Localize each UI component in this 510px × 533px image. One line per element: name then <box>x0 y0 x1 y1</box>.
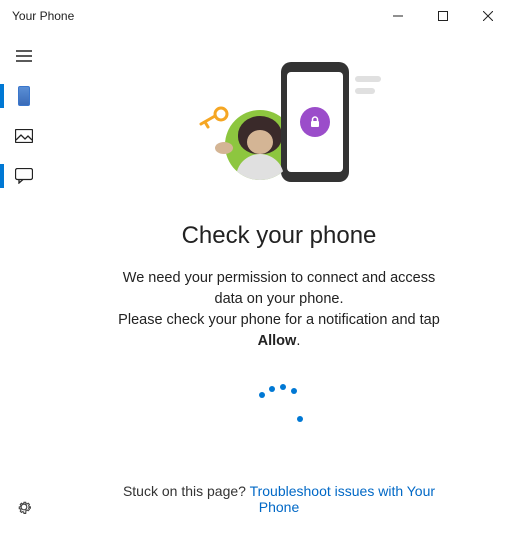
sidebar-item-messages[interactable] <box>0 156 48 196</box>
titlebar: Your Phone <box>0 0 510 32</box>
page-heading: Check your phone <box>182 222 377 250</box>
messages-icon <box>15 168 33 184</box>
maximize-button[interactable] <box>420 0 465 32</box>
close-button[interactable] <box>465 0 510 32</box>
instruction-line-1: We need your permission to connect and a… <box>123 270 435 307</box>
sidebar-item-phone[interactable] <box>0 76 48 116</box>
hamburger-icon <box>16 50 32 62</box>
instruction-line-2-pre: Please check your phone for a notificati… <box>118 312 440 328</box>
key-icon <box>199 106 229 135</box>
hamburger-menu-button[interactable] <box>0 36 48 76</box>
instruction-text: We need your permission to connect and a… <box>109 268 449 352</box>
illustration <box>189 62 369 192</box>
phone-illustration <box>281 62 349 182</box>
photos-icon <box>15 129 33 143</box>
window-title: Your Phone <box>12 9 74 23</box>
sidebar-item-photos[interactable] <box>0 116 48 156</box>
decorative-lines <box>355 76 381 100</box>
footer-prompt: Stuck on this page? <box>123 483 250 499</box>
sidebar-item-settings[interactable] <box>0 487 48 527</box>
sidebar <box>0 32 48 533</box>
lock-icon <box>300 107 330 137</box>
instruction-allow-bold: Allow <box>258 333 297 349</box>
minimize-button[interactable] <box>375 0 420 32</box>
footer-text: Stuck on this page? Troubleshoot issues … <box>109 483 449 515</box>
hand-illustration <box>215 142 233 154</box>
main-content: Check your phone We need your permission… <box>48 32 510 533</box>
gear-icon <box>15 498 33 516</box>
loading-spinner <box>249 384 309 444</box>
instruction-line-2-post: . <box>296 333 300 349</box>
troubleshoot-link[interactable]: Troubleshoot issues with Your Phone <box>250 483 435 515</box>
phone-icon <box>18 86 30 106</box>
app-body: Check your phone We need your permission… <box>0 32 510 533</box>
window-controls <box>375 0 510 32</box>
